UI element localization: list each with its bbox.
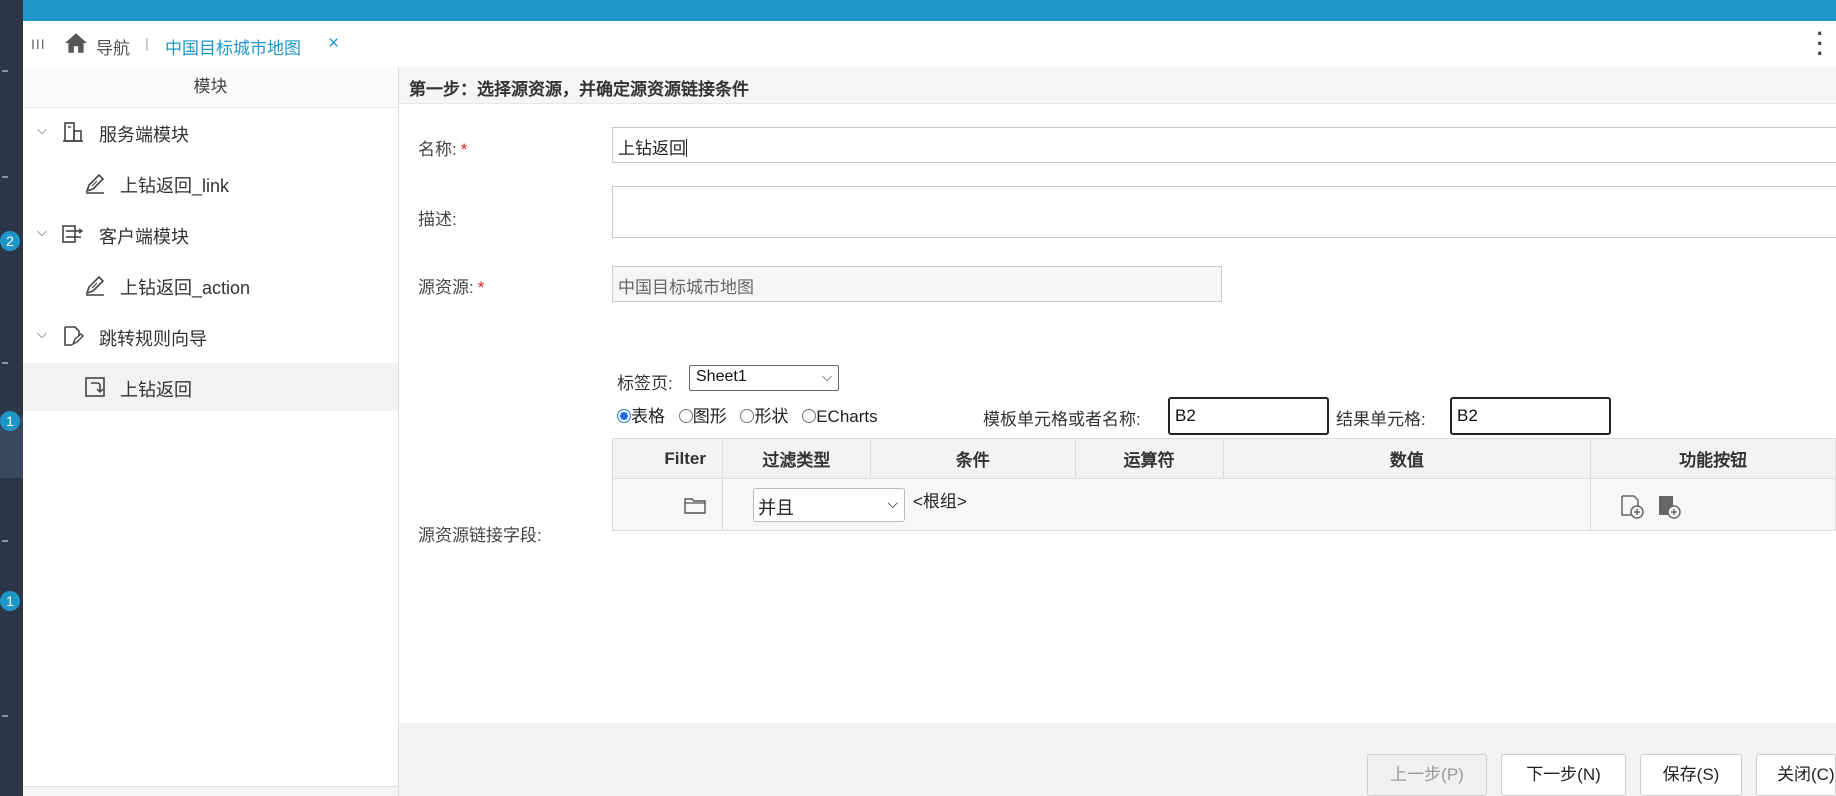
source-label: 源资源: * [418,278,485,297]
step-title: 第一步：选择源资源，并确定源资源链接条件 [409,80,749,99]
required-mark: * [460,140,468,159]
condition-cell: 并且 ⌵ <根组> [721,478,1592,531]
app-left-strip: 2 1 1 [0,0,23,796]
filter-cell [612,478,723,531]
link-edit-icon [85,173,105,194]
chevron-down-icon[interactable]: ⌵ [37,224,47,240]
app-top-bar [0,0,1836,21]
source-field[interactable]: 中国目标城市地图 [612,266,1222,302]
filter-type-select[interactable]: 并且 ⌵ [752,488,905,522]
column-header: 条件 [869,438,1076,479]
root-group-label: <根组> [912,492,967,511]
result-cell-label: 结果单元格: [1336,410,1426,429]
output-type-radios: 表格 图形 形状 ECharts [617,402,887,427]
home-icon[interactable] [63,30,89,56]
module-panel-header: 模块 [23,67,398,108]
strip-icon[interactable] [2,715,8,717]
chevron-down-icon: ⌵ [822,369,832,384]
wizard-main: 第一步：选择源资源，并确定源资源链接条件 名称: * 上钻返回 描述: 源资源: *… [399,67,1836,796]
radio-table[interactable]: 表格 [617,407,665,426]
column-header: 功能按钮 [1590,438,1836,479]
module-panel-scrollbar[interactable] [23,786,398,796]
required-mark: * [477,278,485,297]
tree-node-client-module[interactable]: ⌵ 客户端模块 [23,210,398,258]
jump-rule-icon [64,326,84,346]
tree-node-label: 上钻返回_link [120,176,230,196]
function-buttons-cell [1590,478,1836,531]
tree-node-server-module[interactable]: ⌵ 服务端模块 [23,108,398,156]
prev-step-button[interactable]: 上一步(P) [1367,754,1487,796]
step-header: 第一步：选择源资源，并确定源资源链接条件 [399,67,1836,104]
tab-bar: III 导航 | 中国目标城市地图 × · · · [23,21,1836,68]
notification-badge[interactable]: 1 [0,411,20,431]
add-group-icon[interactable] [1656,493,1682,519]
template-cell-label: 模板单元格或者名称: [983,410,1141,429]
strip-icon[interactable] [2,540,8,542]
chevron-down-icon[interactable]: ⌵ [37,326,47,342]
tree-node-label: 服务端模块 [99,125,189,145]
radio-selected-icon[interactable] [617,409,631,423]
tree-node-jump-rule[interactable]: ⌵ 跳转规则向导 [23,312,398,360]
notification-badge[interactable]: 1 [0,591,20,611]
strip-icon[interactable] [2,362,8,364]
table-row: 并且 ⌵ <根组> [612,478,1836,531]
menu-toggle-icon[interactable]: III [31,36,46,52]
column-header: 运算符 [1074,438,1224,479]
radio-icon[interactable] [678,409,693,423]
template-cell-input[interactable]: B2 [1168,397,1329,435]
name-label: 名称: * [418,140,468,159]
column-header: Filter [612,438,723,479]
next-step-button[interactable]: 下一步(N) [1501,754,1626,796]
radio-echarts[interactable]: ECharts [802,407,878,426]
strip-icon[interactable] [2,176,8,178]
module-panel: 模块 ⌵ 服务端模块 上钻返回_link ⌵ 客户端模块 上钻返回_action… [23,67,399,796]
description-label: 描述: [418,210,457,229]
column-header: 过滤类型 [721,438,871,479]
return-arrow-icon [85,377,105,397]
tree-node-label: 上钻返回 [120,380,192,400]
radio-icon[interactable] [802,409,817,423]
radio-chart[interactable]: 图形 [678,407,727,426]
tree-node-label: 客户端模块 [99,227,189,247]
result-cell-input[interactable]: B2 [1450,397,1611,435]
tree-node-label: 跳转规则向导 [99,329,207,349]
tree-node-return[interactable]: 上钻返回 [23,363,398,411]
notification-badge[interactable]: 2 [0,231,20,251]
server-module-icon [63,122,83,142]
strip-icon[interactable] [2,70,8,72]
nav-link[interactable]: 导航 [96,34,130,59]
radio-shape[interactable]: 形状 [740,407,788,426]
column-header: 数值 [1222,438,1592,479]
chevron-down-icon[interactable]: ⌵ [37,122,47,138]
table-header-row: Filter 过滤类型 条件 运算符 数值 功能按钮 [612,438,1836,479]
radio-icon[interactable] [740,409,755,423]
filter-table: Filter 过滤类型 条件 运算符 数值 功能按钮 并且 ⌵ <根组> [612,438,1836,531]
close-icon[interactable]: × [328,33,339,55]
tree-node-label: 上钻返回_action [120,278,251,298]
link-field-label: 源资源链接字段: [418,526,542,545]
tree-node-action[interactable]: 上钻返回_action [23,261,398,309]
action-edit-icon [85,275,105,296]
folder-icon[interactable] [684,496,706,514]
tab-separator: | [145,35,149,51]
more-options-icon[interactable]: · · · [1817,23,1824,65]
close-button[interactable]: 关闭(C) [1756,754,1836,796]
add-condition-icon[interactable] [1619,493,1645,519]
description-field[interactable] [612,186,1836,238]
name-field[interactable]: 上钻返回 [612,127,1836,163]
client-module-icon [62,225,84,243]
tree-node-link[interactable]: 上钻返回_link [23,159,398,207]
chevron-down-icon: ⌵ [887,495,898,511]
tab-active[interactable]: 中国目标城市地图 [165,34,301,59]
save-button[interactable]: 保存(S) [1640,754,1742,796]
sheet-select[interactable]: Sheet1 ⌵ [689,365,839,391]
sheet-label: 标签页: [617,374,673,393]
